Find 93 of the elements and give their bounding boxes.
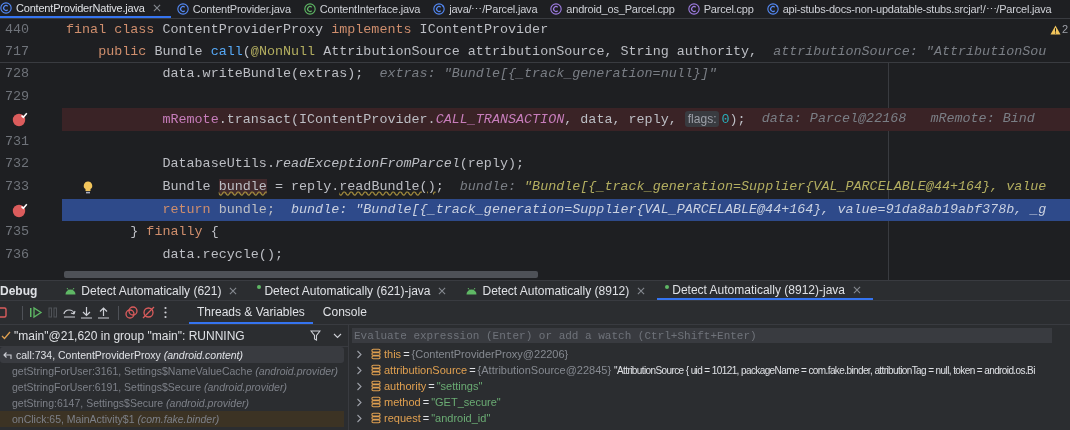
code-line: data.recycle(); bbox=[161, 245, 283, 264]
line-number: 733 bbox=[5, 177, 30, 196]
stack-frame[interactable]: getStringForUser:6191, Settings$Secure (android.provider) bbox=[0, 379, 344, 395]
object-reference: {AttributionSource@22845} bbox=[477, 364, 612, 376]
view-tab[interactable]: Console bbox=[314, 301, 375, 324]
session-tab[interactable]: Detect Automatically (8912) bbox=[458, 281, 658, 300]
line-number: 440 bbox=[5, 21, 30, 39]
line-number: 735 bbox=[5, 223, 30, 242]
warning-count[interactable]: 2 bbox=[1061, 19, 1068, 41]
breakpoint-icon[interactable] bbox=[12, 201, 28, 218]
code-line: final class ContentProviderProxy implements IContentProvider bbox=[66, 21, 549, 39]
variable-name: method bbox=[384, 396, 421, 408]
thread-selector[interactable]: "main"@21,620 in group "main": RUNNING bbox=[14, 328, 310, 343]
cpp-file-icon bbox=[687, 3, 700, 15]
equals-sign: = bbox=[428, 380, 435, 392]
line-number: 717 bbox=[5, 42, 30, 61]
line-number: 731 bbox=[5, 132, 30, 151]
session-tab[interactable]: Detect Automatically (621)-java bbox=[249, 281, 459, 300]
code-line: data.writeBundle(extras); bbox=[161, 65, 364, 83]
view-tab[interactable]: Threads & Variables bbox=[189, 301, 313, 324]
close-icon[interactable] bbox=[853, 285, 861, 294]
variable-value: "android_id" bbox=[431, 412, 491, 424]
file-tab[interactable]: ContentProvider.java bbox=[170, 0, 298, 18]
code-line: mRemote.transact(IContentProvider.CALL_TRANSACTION, data, reply, flags: 0); bbox=[161, 110, 746, 130]
breakpoints-icon[interactable] bbox=[124, 305, 139, 320]
filter-icon[interactable] bbox=[310, 330, 321, 341]
variable-name: request bbox=[384, 412, 421, 424]
mute-breakpoints-icon[interactable] bbox=[141, 305, 156, 320]
chevron-down-icon[interactable] bbox=[333, 332, 342, 339]
file-tab[interactable]: android_os_Parcel.cpp bbox=[544, 0, 682, 18]
line-number: 728 bbox=[5, 65, 30, 83]
field-stack-icon bbox=[371, 364, 381, 376]
panel-title: Debug bbox=[0, 283, 38, 298]
equals-sign: = bbox=[403, 348, 410, 360]
file-tab[interactable]: java/⋯/Parcel.java bbox=[427, 0, 545, 18]
variable-name: this bbox=[384, 348, 402, 360]
class-icon bbox=[176, 3, 189, 15]
debug-value-hint: extras: "Bundle[{_track_generation=null}]" bbox=[379, 65, 717, 83]
code-line: } finally { bbox=[129, 223, 219, 242]
file-tab[interactable]: api-stubs-docs-non-updatable-stubs.srcjar!/⋯/Parcel.java bbox=[760, 0, 1059, 18]
stack-frame[interactable]: call:734, ContentProviderProxy (android.content) bbox=[0, 347, 344, 363]
android-icon bbox=[65, 286, 77, 295]
code-line: Bundle bundle = reply.readBundle(); bbox=[161, 177, 444, 196]
variable-value: "GET_secure" bbox=[431, 396, 501, 408]
file-tab[interactable]: Parcel.cpp bbox=[681, 0, 761, 18]
close-icon[interactable] bbox=[438, 286, 447, 295]
line-number: 729 bbox=[5, 87, 30, 106]
line-number: 732 bbox=[5, 155, 30, 174]
session-tab[interactable]: Detect Automatically (8912)-java bbox=[657, 281, 873, 300]
status-dot-icon bbox=[257, 285, 262, 289]
field-stack-icon bbox=[371, 412, 381, 424]
variable-name: authority bbox=[384, 380, 427, 392]
line-number: 736 bbox=[5, 245, 30, 264]
debug-value-hint: bundle: "Bundle[{_track_generation=Supplier{VAL_PARCELABLE@44+164}, value=91da8ab19abf378b, _g bbox=[291, 200, 1047, 219]
status-dot-icon bbox=[665, 285, 670, 289]
interface-icon bbox=[303, 3, 316, 15]
close-icon[interactable] bbox=[637, 286, 646, 295]
resume-icon[interactable] bbox=[28, 305, 43, 320]
code-line: return bundle; bbox=[161, 200, 275, 219]
code-line: DatabaseUtils.readExceptionFromParcel(reply); bbox=[161, 155, 525, 174]
equals-sign: = bbox=[422, 412, 430, 424]
step-out-icon[interactable] bbox=[96, 305, 111, 320]
class-icon bbox=[0, 2, 12, 14]
debug-value-hint: attributionSource: "AttributionSou bbox=[773, 42, 1047, 61]
variable-value: "AttributionSource { uid = 10121, packageName = com.fake.binder, attributionTag = null, token = android.os.Bi bbox=[614, 364, 1035, 376]
check-icon bbox=[1, 331, 11, 340]
field-stack-icon bbox=[371, 380, 381, 392]
debug-value-hint: data: Parcel@22168 mRemote: Bind bbox=[761, 110, 1035, 129]
return-icon bbox=[2, 350, 13, 360]
warning-icon[interactable] bbox=[1049, 24, 1061, 35]
step-into-icon[interactable] bbox=[79, 305, 94, 320]
library-class-icon bbox=[433, 3, 446, 15]
stack-frame[interactable]: getString:6147, Settings$Secure (android.provider) bbox=[0, 395, 344, 411]
equals-sign: = bbox=[422, 396, 430, 408]
debug-value-hint: bundle: "Bundle[{_track_generation=Supplier{VAL_PARCELABLE@44+164}, value bbox=[459, 177, 1047, 196]
close-icon[interactable] bbox=[152, 4, 161, 12]
android-icon bbox=[466, 286, 478, 295]
equals-sign: = bbox=[469, 364, 476, 376]
session-tab[interactable]: Detect Automatically (621) bbox=[57, 281, 250, 300]
lightbulb-icon[interactable] bbox=[83, 180, 93, 194]
stack-frame[interactable]: getStringForUser:3161, Settings$NameValueCache (android.provider) bbox=[0, 363, 344, 379]
close-icon[interactable] bbox=[229, 286, 238, 295]
horizontal-scrollbar[interactable] bbox=[64, 271, 538, 278]
object-reference: {ContentProviderProxy@22206} bbox=[411, 348, 569, 360]
variable-value: "settings" bbox=[436, 380, 483, 392]
field-stack-icon bbox=[371, 348, 381, 360]
cpp-file-icon bbox=[550, 3, 563, 15]
file-tab[interactable]: ContentInterface.java bbox=[297, 0, 428, 18]
code-line: public Bundle call(@NonNull AttributionSource attributionSource, String authority, bbox=[97, 42, 758, 61]
field-stack-icon bbox=[371, 396, 381, 408]
library-class-icon bbox=[766, 3, 779, 15]
breakpoint-icon[interactable] bbox=[12, 111, 28, 128]
variable-name: attributionSource bbox=[384, 364, 468, 376]
